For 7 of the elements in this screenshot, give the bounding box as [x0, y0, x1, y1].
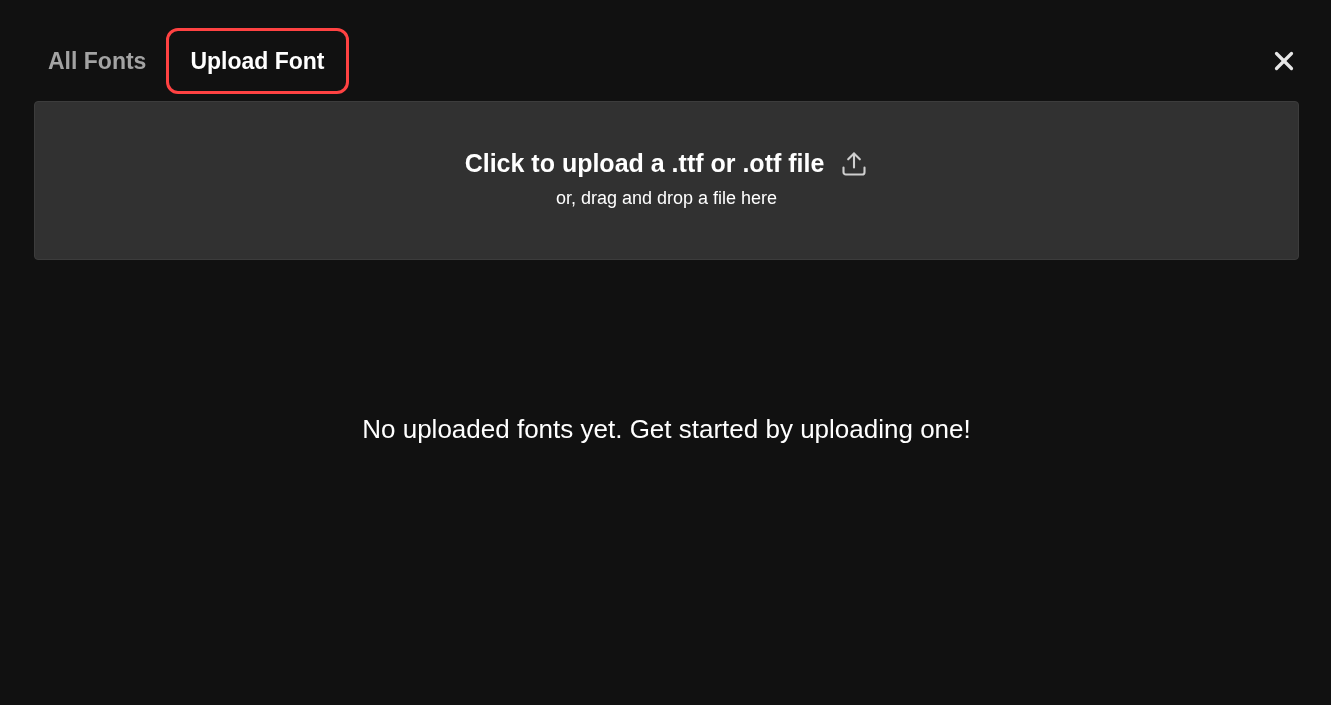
upload-subtitle: or, drag and drop a file here — [555, 187, 778, 210]
upload-icon — [840, 150, 869, 178]
tab[interactable]: All Fonts — [34, 28, 161, 94]
upload-dropzone[interactable]: Click to upload a .ttf or .otf file or, drag and drop a file here — [34, 101, 1299, 260]
tab[interactable]: Upload Font — [166, 28, 349, 94]
upload-title: Click to upload a .ttf or .otf file — [464, 148, 825, 180]
empty-state-message: No uploaded fonts yet. Get started by uploading one! — [362, 413, 971, 446]
